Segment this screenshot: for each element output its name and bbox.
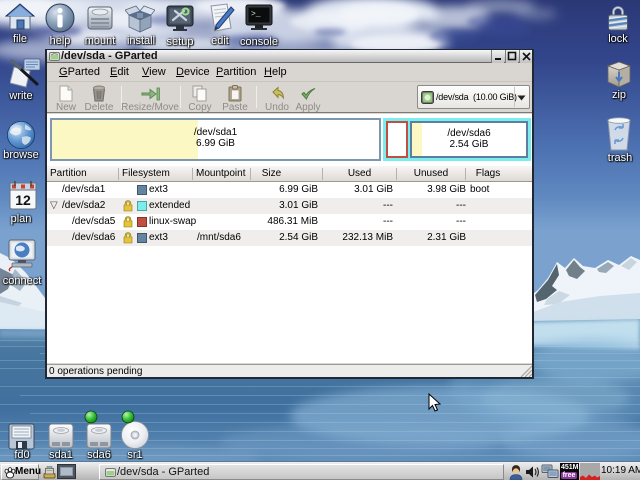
svg-text:12: 12: [15, 192, 31, 208]
svg-text:>_: >_: [251, 10, 261, 19]
